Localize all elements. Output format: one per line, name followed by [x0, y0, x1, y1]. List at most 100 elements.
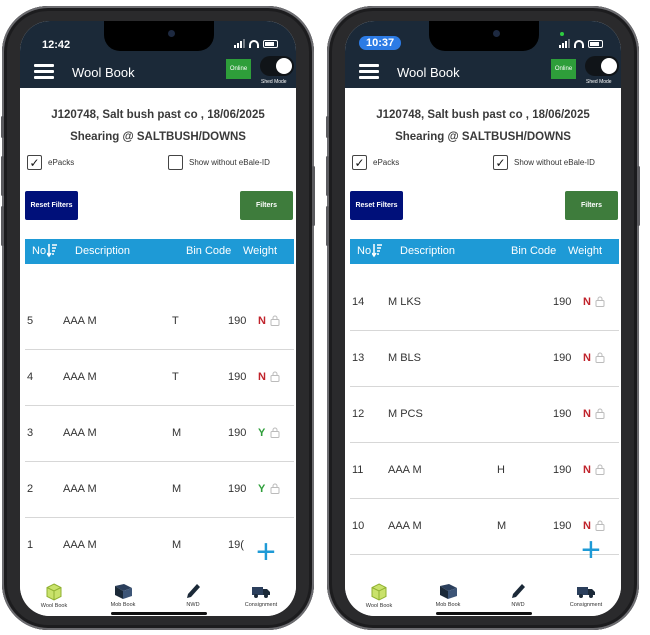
add-bale-button[interactable]: +	[256, 535, 276, 569]
row-bin: M	[497, 520, 507, 532]
screen: 12:42 Wool Book Online Shed Mode J120748…	[20, 21, 296, 616]
col-no[interactable]: No	[32, 245, 46, 257]
screen: 10:37 Wool Book Online Shed Mode J120748…	[345, 21, 621, 616]
table-row[interactable]: 3 AAA M M 190 Y	[25, 406, 294, 462]
wifi-icon	[574, 40, 584, 48]
bottom-nav: Wool Book Mob Book NWD Consignment	[345, 581, 621, 616]
nav-consignment[interactable]: Consignment	[231, 583, 291, 608]
row-no: 14	[352, 296, 365, 308]
reset-filters-button[interactable]: Reset Filters	[350, 191, 403, 220]
col-bin-code: Bin Code	[186, 245, 232, 257]
shed-mode-toggle[interactable]	[585, 56, 619, 76]
epacks-checkbox[interactable]: ✓	[27, 155, 42, 170]
table-header: No Description Bin Code Weight	[25, 239, 294, 264]
lock-icon	[270, 427, 280, 438]
table-row[interactable]: 12 M PCS 190 N	[350, 387, 619, 443]
truck-icon	[577, 587, 595, 598]
nav-label: Consignment	[569, 602, 603, 608]
notch	[429, 21, 539, 51]
row-flag: N	[258, 371, 266, 383]
row-weight: 190	[553, 408, 572, 420]
without-ebale-checkbox[interactable]	[168, 155, 183, 170]
job-line-1: J120748, Salt bush past co , 18/06/2025	[376, 109, 590, 121]
nav-wool-book[interactable]: Wool Book	[349, 583, 409, 609]
table-row[interactable]: 5 AAA M T 190 N	[25, 294, 294, 350]
col-description: Description	[400, 245, 456, 257]
home-indicator[interactable]	[111, 612, 207, 615]
lock-icon	[270, 315, 280, 326]
nav-wool-book[interactable]: Wool Book	[24, 583, 84, 609]
row-weight: 190	[228, 427, 247, 439]
table-row[interactable]: 14 M LKS 190 N	[350, 275, 619, 331]
epacks-filter[interactable]: ✓ ePacks	[352, 155, 399, 170]
table-row[interactable]: 1 AAA M M 19(	[25, 518, 294, 574]
reset-filters-button[interactable]: Reset Filters	[25, 191, 78, 220]
without-ebale-filter[interactable]: ✓ Show without eBale-ID	[493, 155, 595, 170]
row-bin: M	[172, 427, 182, 439]
volume-up-button	[326, 156, 329, 196]
table-row[interactable]: 13 M BLS 190 N	[350, 331, 619, 387]
row-weight: 190	[228, 371, 247, 383]
filters-button[interactable]: Filters	[565, 191, 618, 220]
without-ebale-filter[interactable]: Show without eBale-ID	[168, 155, 270, 170]
nav-label: Wool Book	[365, 603, 393, 609]
table-row[interactable]: 10 AAA M M 190 N	[350, 499, 619, 555]
lock-icon	[595, 296, 605, 307]
home-indicator[interactable]	[436, 612, 532, 615]
row-no: 13	[352, 352, 365, 364]
row-description: M PCS	[388, 408, 423, 420]
menu-icon[interactable]	[359, 64, 379, 79]
nav-mob-book[interactable]: Mob Book	[418, 583, 478, 608]
shed-mode-label: Shed Mode	[586, 79, 612, 85]
row-no: 11	[352, 464, 364, 476]
without-ebale-checkbox[interactable]: ✓	[493, 155, 508, 170]
epacks-label: ePacks	[373, 158, 400, 167]
filters-button[interactable]: Filters	[240, 191, 293, 220]
row-description: AAA M	[63, 371, 97, 383]
battery-icon	[588, 40, 603, 48]
book-icon	[115, 584, 132, 599]
app-title: Wool Book	[397, 65, 460, 80]
table-row[interactable]: 4 AAA M T 190 N	[25, 350, 294, 406]
nav-consignment[interactable]: Consignment	[556, 583, 616, 608]
nav-nwd[interactable]: NWD	[488, 583, 548, 608]
mute-switch	[326, 116, 329, 138]
row-flag: N	[583, 408, 591, 420]
table-row[interactable]: 2 AAA M M 190 Y	[25, 462, 294, 518]
app-title: Wool Book	[72, 65, 135, 80]
col-no[interactable]: No	[357, 245, 371, 257]
lock-icon	[595, 408, 605, 419]
menu-icon[interactable]	[34, 64, 54, 79]
nav-label: Consignment	[244, 602, 278, 608]
mute-switch	[1, 116, 4, 138]
epacks-filter[interactable]: ✓ ePacks	[27, 155, 74, 170]
add-bale-button[interactable]: +	[581, 533, 601, 567]
row-no: 4	[27, 371, 34, 383]
row-weight: 190	[553, 464, 572, 476]
col-bin-code: Bin Code	[511, 245, 557, 257]
online-badge: Online	[551, 59, 576, 79]
row-no: 1	[27, 539, 34, 551]
sort-desc-icon[interactable]	[47, 243, 57, 258]
row-description: AAA M	[63, 315, 97, 327]
epacks-label: ePacks	[48, 158, 75, 167]
nav-nwd[interactable]: NWD	[163, 583, 223, 608]
col-weight: Weight	[243, 245, 278, 257]
lock-icon	[270, 483, 280, 494]
row-flag: N	[583, 296, 591, 308]
wool-bale-icon	[46, 583, 62, 601]
sort-desc-icon[interactable]	[372, 243, 382, 258]
job-info: J120748, Salt bush past co , 18/06/2025 …	[20, 104, 296, 148]
epacks-checkbox[interactable]: ✓	[352, 155, 367, 170]
row-flag: N	[258, 315, 266, 327]
nav-mob-book[interactable]: Mob Book	[93, 583, 153, 608]
row-flag: N	[583, 464, 591, 476]
without-ebale-label: Show without eBale-ID	[514, 158, 595, 167]
row-weight: 190	[228, 483, 247, 495]
row-flag: Y	[258, 427, 266, 439]
nav-label: Mob Book	[435, 602, 461, 608]
phone-right: 10:37 Wool Book Online Shed Mode J120748…	[326, 6, 640, 630]
table-row[interactable]: 11 AAA M H 190 N	[350, 443, 619, 499]
shed-mode-toggle[interactable]	[260, 56, 294, 76]
wool-bale-icon	[371, 583, 387, 601]
